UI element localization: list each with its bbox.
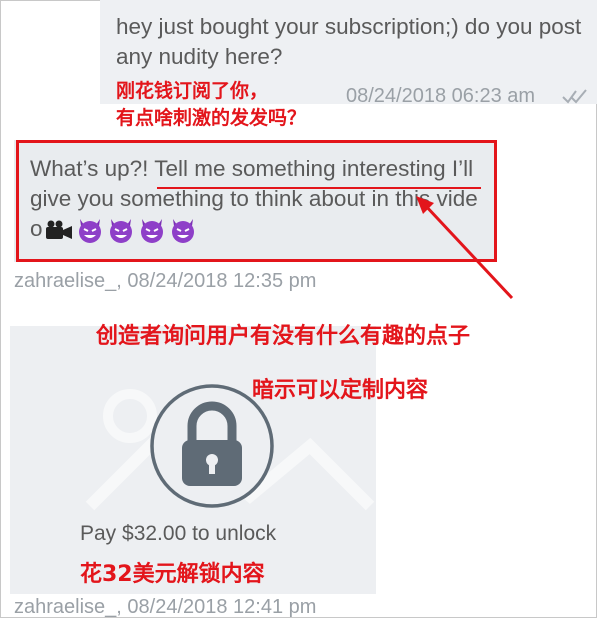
annotation-subscription-question: 刚花钱订阅了你， 有点啥刺激的发发吗？ xyxy=(116,78,306,132)
outgoing-message-text: hey just bought your subscription;) do y… xyxy=(116,14,582,69)
highlight-box xyxy=(16,140,497,262)
annotation-creator-asks: 创造者询问用户有没有什么有趣的点子 xyxy=(96,324,471,349)
highlight-underline xyxy=(157,187,481,189)
incoming-message-meta: zahraelise_, 08/24/2018 12:35 pm xyxy=(14,270,317,292)
unlock-price-label[interactable]: Pay $32.00 to unlock xyxy=(80,522,276,546)
locked-media-meta: zahraelise_, 08/24/2018 12:41 pm xyxy=(14,596,317,618)
double-check-icon xyxy=(562,89,587,104)
annotation-line: 有点啥刺激的发发吗？ xyxy=(116,107,307,129)
annotation-line: 刚花钱订阅了你， xyxy=(116,80,269,102)
outgoing-message-timestamp: 08/24/2018 06:23 am xyxy=(346,85,536,107)
annotation-custom-content: 暗示可以定制内容 xyxy=(252,378,429,403)
annotation-unlock-price: 花32美元解锁内容 xyxy=(80,562,265,587)
